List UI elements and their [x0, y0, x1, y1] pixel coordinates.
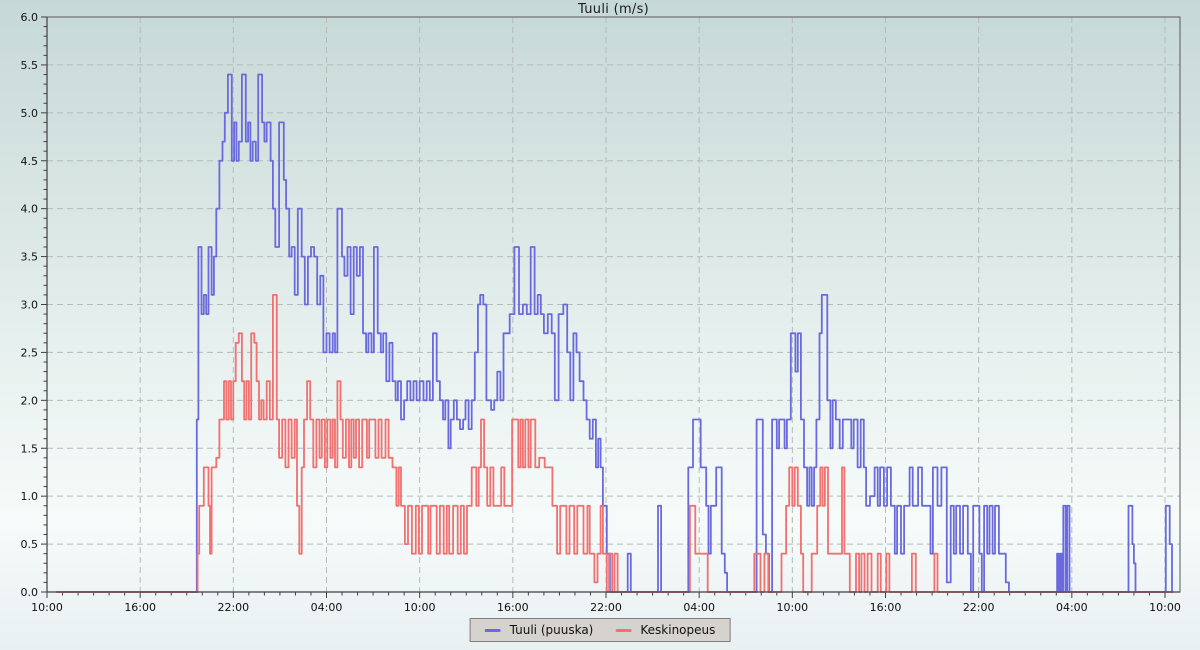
- average-line-swatch: [615, 628, 632, 632]
- x-tick-label: 16:00: [870, 601, 902, 614]
- x-tick-label: 10:00: [776, 601, 808, 614]
- y-tick-label: 3.0: [21, 299, 39, 312]
- y-tick-label: 2.0: [21, 394, 39, 407]
- y-tick-label: 0.0: [21, 586, 39, 599]
- x-tick-label: 16:00: [124, 601, 156, 614]
- x-tick-label: 22:00: [963, 601, 995, 614]
- x-tick-label: 04:00: [1056, 601, 1088, 614]
- x-tick-label: 16:00: [497, 601, 529, 614]
- legend-item-gust: Tuuli (puuska): [484, 623, 594, 637]
- y-tick-label: 5.5: [21, 59, 39, 72]
- y-tick-label: 2.5: [21, 346, 39, 359]
- y-tick-label: 3.5: [21, 251, 39, 264]
- x-tick-label: 10:00: [31, 601, 63, 614]
- x-tick-label: 10:00: [1149, 601, 1181, 614]
- legend-label-average: Keskinopeus: [640, 623, 716, 637]
- gridlines: [47, 17, 1180, 592]
- y-tick-label: 4.5: [21, 155, 39, 168]
- y-tick-label: 0.5: [21, 538, 39, 551]
- x-tick-label: 22:00: [217, 601, 249, 614]
- y-tick-label: 1.0: [21, 490, 39, 503]
- legend: Tuuli (puuska) Keskinopeus: [469, 618, 731, 642]
- x-tick-label: 10:00: [404, 601, 436, 614]
- y-tick-label: 5.0: [21, 107, 39, 120]
- x-tick-label: 22:00: [590, 601, 622, 614]
- legend-item-average: Keskinopeus: [615, 623, 715, 637]
- x-tick-label: 04:00: [311, 601, 343, 614]
- plot-area: 0.0 0.5 1.0 1.5 2.0 2.5 3.0 3.5 4.0 4.5 5.0 5.5 6.0 1…: [21, 11, 1181, 614]
- gust-series-line: [56, 73, 1173, 593]
- gust-line-swatch: [484, 628, 501, 632]
- legend-label-gust: Tuuli (puuska): [509, 623, 594, 637]
- y-tick-label: 6.0: [21, 11, 39, 24]
- y-tick-label: 1.5: [21, 442, 39, 455]
- y-tick-label: 4.0: [21, 203, 39, 216]
- x-tick-label: 04:00: [683, 601, 715, 614]
- wind-chart: Tuuli (m/s) 0.0 0.5 1.0 1.5 2.0 2.5 3.0 3.5 4.0 4…: [0, 0, 1200, 650]
- average-series-line: [56, 294, 1173, 593]
